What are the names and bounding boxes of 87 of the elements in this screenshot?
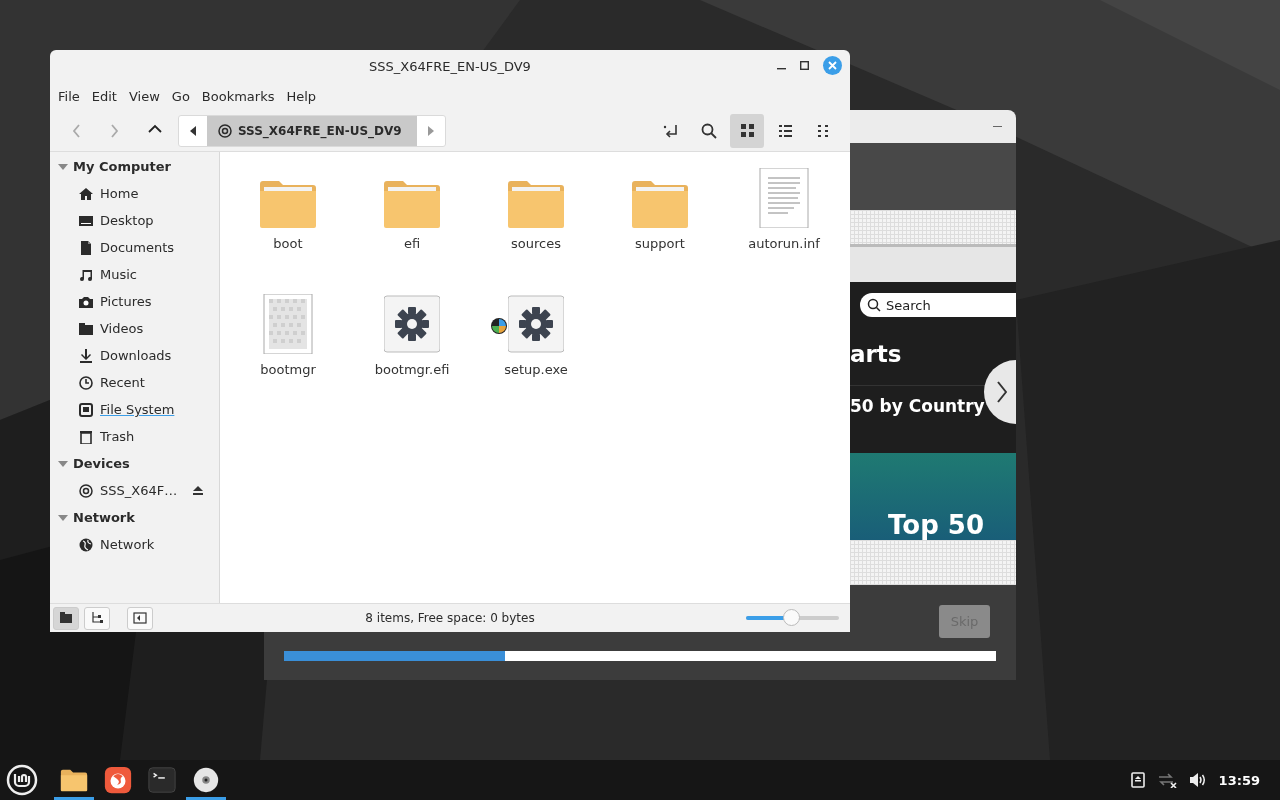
search-icon (867, 298, 881, 313)
file-name[interactable]: setup.exe (504, 362, 568, 377)
disc-icon (218, 123, 232, 138)
menu-item[interactable]: View (122, 88, 166, 104)
sidebar-icon (133, 611, 147, 625)
disc-icon (79, 483, 93, 498)
sidebar-item[interactable]: Downloads (50, 342, 219, 369)
trash-icon (79, 429, 93, 444)
terminal-icon (147, 765, 177, 795)
sidebar-item[interactable]: Trash (50, 423, 219, 450)
sidebar-item[interactable]: Home (50, 180, 219, 207)
text-file-icon (756, 168, 812, 228)
camera-icon (79, 294, 93, 309)
film-folder-icon (79, 321, 93, 336)
icon-view-button[interactable] (730, 113, 764, 148)
grid-icon (739, 123, 755, 138)
toggle-sidebar-button[interactable] (127, 606, 153, 630)
sidebar-item[interactable]: Documents (50, 234, 219, 261)
menu-item[interactable]: Go (165, 88, 196, 104)
file-name[interactable]: sources (511, 236, 561, 251)
sidebar-item[interactable]: SSS_X64F… (50, 477, 219, 504)
disc-icon (191, 765, 221, 795)
sidebar-item[interactable]: Recent (50, 369, 219, 396)
house-icon (79, 186, 93, 201)
file-name[interactable]: efi (403, 236, 421, 251)
monitor-icon (79, 213, 93, 228)
clock-icon (79, 375, 93, 390)
search-icon (701, 122, 717, 139)
sidebar-item[interactable]: File System (50, 396, 219, 423)
drive-icon (79, 402, 93, 417)
close-button[interactable] (823, 56, 842, 75)
triangle-right-icon (427, 125, 434, 136)
menu-item[interactable]: Help (280, 88, 323, 104)
download-icon (79, 348, 93, 363)
eject-icon[interactable] (193, 486, 203, 495)
network-disconnected-icon[interactable] (1156, 772, 1177, 788)
sidebar-item[interactable]: Music (50, 261, 219, 288)
menu-logo-icon[interactable] (6, 764, 38, 796)
chevron-right-icon (997, 381, 1007, 403)
folder-icon (508, 178, 564, 228)
maximize-icon[interactable] (800, 61, 809, 70)
banner: Top 50 (850, 452, 1016, 541)
search-field[interactable]: Search (860, 293, 1016, 318)
path-button[interactable]: SSS_X64FRE_EN-US_DV9 (207, 115, 417, 146)
section-heading: arts (850, 340, 903, 370)
sidebar-item[interactable]: Network (50, 531, 219, 558)
menu-item[interactable]: File (52, 88, 86, 104)
slider-thumb[interactable] (782, 609, 800, 626)
file-name[interactable]: bootmgr.efi (374, 362, 450, 377)
tree-icon (90, 611, 104, 625)
removable-drive-icon[interactable] (1130, 772, 1145, 788)
gear-icon (508, 294, 564, 354)
close-icon (828, 61, 837, 70)
menu-item[interactable]: Edit (85, 88, 123, 104)
window-title: SSS_X64FRE_EN-US_DV9 (369, 58, 531, 74)
compact-icon (815, 123, 831, 138)
sidebar-item[interactable]: Pictures (50, 288, 219, 315)
menu-item[interactable]: Bookmarks (195, 88, 281, 104)
file-name[interactable]: autorun.inf (748, 236, 820, 251)
places-button[interactable] (53, 606, 79, 630)
folder-icon (260, 178, 316, 228)
clock[interactable]: 13:59 (1218, 772, 1260, 788)
document-icon (79, 240, 93, 255)
return-arrow-icon (663, 123, 679, 138)
checkered-file-icon (260, 294, 316, 354)
globe-icon (79, 537, 93, 552)
tree-button[interactable] (84, 606, 110, 630)
file-name[interactable]: boot (273, 236, 303, 251)
section-header[interactable]: Network (50, 504, 219, 531)
fox-app-icon (103, 765, 133, 795)
file-name[interactable]: bootmgr (260, 362, 316, 377)
sidebar-item[interactable]: Desktop (50, 207, 219, 234)
folder-icon (384, 178, 440, 228)
zoom-slider[interactable] (746, 609, 839, 627)
busy-cursor-icon (490, 317, 508, 335)
status-text: 8 items, Free space: 0 bytes (365, 611, 535, 625)
section-header[interactable]: Devices (50, 450, 219, 477)
folder-icon (632, 178, 688, 228)
section-header[interactable]: My Computer (50, 153, 219, 180)
sidebar-item[interactable]: Videos (50, 315, 219, 342)
volume-icon[interactable] (1188, 772, 1207, 788)
file-name[interactable]: support (635, 236, 685, 251)
triangle-left-icon (190, 125, 196, 136)
folder-icon (59, 611, 73, 625)
music-note-icon (79, 267, 93, 282)
gear-icon (384, 294, 440, 354)
list-icon (777, 123, 793, 138)
